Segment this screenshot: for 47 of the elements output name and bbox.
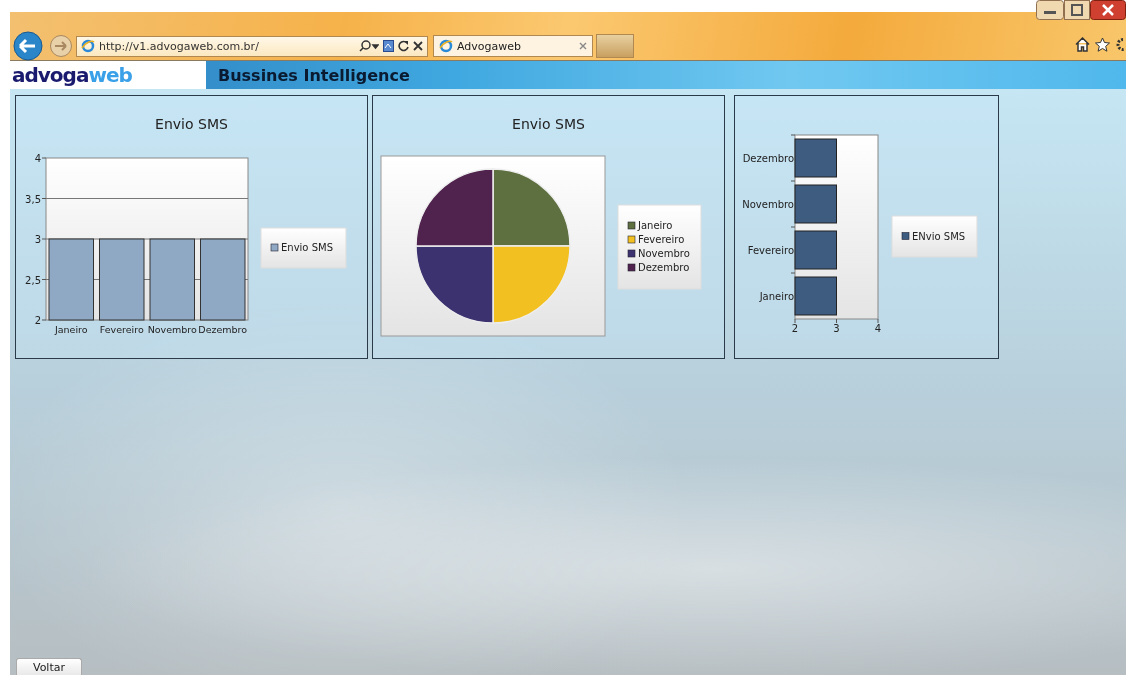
axis-tick-label: 3,5 [25, 193, 41, 205]
address-bar[interactable]: http://v1.advogaweb.com.br/ [76, 35, 428, 57]
legend-label: Fevereiro [638, 234, 685, 245]
axis-tick-label: 4 [874, 323, 882, 334]
axis-category-label: Janeiro [54, 324, 88, 335]
legend-label: Novembro [638, 248, 690, 259]
page-title: Bussines Intelligence [217, 64, 410, 87]
axis-tick-label: 3 [34, 234, 41, 245]
browser-logo-icon [81, 39, 95, 53]
maximize-button[interactable] [1064, 0, 1090, 20]
browser-logo-icon [439, 39, 453, 53]
axis-tick-label: 2 [34, 315, 41, 326]
home-icon[interactable] [1075, 37, 1090, 52]
legend-swatch [627, 235, 636, 244]
legend-swatch [627, 249, 636, 258]
app-logo: advogaweb [10, 61, 206, 89]
back-button[interactable] [12, 31, 46, 61]
compatibility-icon[interactable] [383, 40, 394, 52]
star-icon[interactable] [1095, 37, 1110, 52]
axis-category-label: Janeiro [759, 291, 794, 302]
browser-tab[interactable]: Advogaweb [433, 35, 593, 57]
close-button[interactable] [1090, 0, 1126, 20]
legend-label: Dezembro [638, 262, 690, 273]
axis-tick-label: 4 [34, 153, 41, 164]
axis-category-label: Novembro [147, 324, 197, 335]
axis-category-label: Fevereiro [99, 324, 144, 335]
axis-category-label: Novembro [742, 199, 794, 210]
legend-swatch [627, 221, 636, 230]
axis-category-label: Fevereiro [747, 245, 794, 256]
axis-category-label: Dezembro [198, 324, 248, 335]
legend-swatch [627, 263, 636, 272]
chart-title: Envio SMS [155, 116, 228, 132]
address-text: http://v1.advogaweb.com.br/ [99, 39, 260, 53]
close-tab-icon[interactable] [579, 42, 587, 50]
axis-category-label: Dezembro [742, 153, 794, 164]
legend-label: Envio SMS [281, 242, 333, 253]
search-icon[interactable] [359, 40, 379, 52]
minimize-button[interactable] [1036, 0, 1064, 20]
stop-icon[interactable] [413, 41, 423, 51]
legend-label: ENvio SMS [912, 230, 966, 242]
chart-title: Envio SMS [512, 116, 585, 132]
axis-tick-label: 2,5 [25, 274, 41, 286]
axis-tick-label: 2 [791, 323, 799, 334]
legend-label: Janeiro [638, 220, 673, 231]
axis-tick-label: 3 [833, 323, 840, 334]
back-button[interactable]: Voltar [16, 657, 82, 675]
refresh-icon[interactable] [398, 40, 409, 52]
